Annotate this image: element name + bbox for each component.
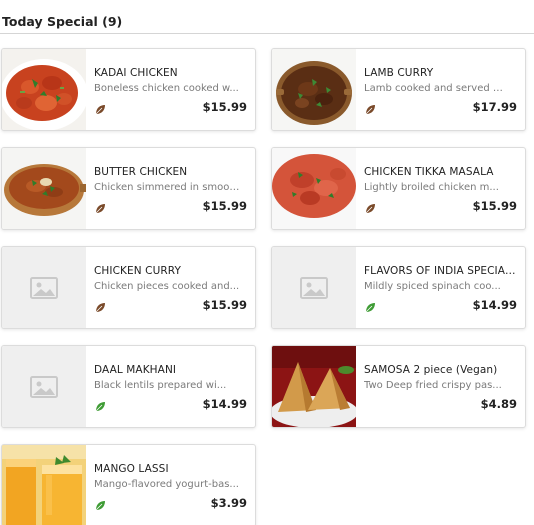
item-name: KADAI CHICKEN xyxy=(94,67,178,79)
menu-item-card[interactable]: CHICKEN TIKKA MASALA Lightly broiled chi… xyxy=(271,147,526,230)
item-description: Mildly spiced spinach coo... xyxy=(364,281,501,292)
image-placeholder-icon xyxy=(272,247,356,328)
menu-item-card[interactable]: SAMOSA 2 piece (Vegan) Two Deep fried cr… xyxy=(271,345,526,428)
image-placeholder-icon xyxy=(2,247,86,328)
item-price: $15.99 xyxy=(472,199,517,213)
menu-item-card[interactable]: KADAI CHICKEN Boneless chicken cooked w.… xyxy=(1,48,256,131)
item-price: $4.89 xyxy=(480,397,517,411)
item-name: SAMOSA 2 piece (Vegan) xyxy=(364,364,498,376)
veg-leaf-icon xyxy=(364,302,376,314)
item-price: $17.99 xyxy=(472,100,517,114)
non-veg-leaf-icon xyxy=(94,302,106,314)
item-name: MANGO LASSI xyxy=(94,463,169,475)
mango-lassi-photo xyxy=(2,445,86,525)
item-description: Boneless chicken cooked w... xyxy=(94,83,239,94)
item-description: Chicken simmered in smoot... xyxy=(94,182,241,193)
image-placeholder-icon xyxy=(2,346,86,427)
item-price: $15.99 xyxy=(202,199,247,213)
section-divider xyxy=(0,33,534,34)
item-description: Mango-flavored yogurt-bas... xyxy=(94,479,239,490)
item-price: $14.99 xyxy=(202,397,247,411)
item-price: $15.99 xyxy=(202,298,247,312)
veg-leaf-icon xyxy=(94,500,106,512)
item-name: CHICKEN TIKKA MASALA xyxy=(364,166,494,178)
section-title: Today Special (9) xyxy=(2,14,123,29)
item-price: $14.99 xyxy=(472,298,517,312)
item-description: Lamb cooked and served wi... xyxy=(364,83,511,94)
non-veg-leaf-icon xyxy=(364,203,376,215)
item-description: Chicken pieces cooked and... xyxy=(94,281,240,292)
item-description: Lightly broiled chicken m... xyxy=(364,182,499,193)
non-veg-leaf-icon xyxy=(94,203,106,215)
menu-item-card[interactable]: FLAVORS OF INDIA SPECIAL ... Mildly spic… xyxy=(271,246,526,329)
chicken-tikka-masala-photo xyxy=(272,148,356,229)
menu-item-card[interactable]: DAAL MAKHANI Black lentils prepared wi..… xyxy=(1,345,256,428)
item-description: Black lentils prepared wi... xyxy=(94,380,227,391)
non-veg-leaf-icon xyxy=(94,104,106,116)
menu-item-card[interactable]: CHICKEN CURRY Chicken pieces cooked and.… xyxy=(1,246,256,329)
item-name: CHICKEN CURRY xyxy=(94,265,182,277)
item-price: $15.99 xyxy=(202,100,247,114)
butter-chicken-photo xyxy=(2,148,86,229)
lamb-curry-photo xyxy=(272,49,356,130)
menu-item-card[interactable]: MANGO LASSI Mango-flavored yogurt-bas...… xyxy=(1,444,256,525)
item-name: LAMB CURRY xyxy=(364,67,434,79)
kadai-chicken-photo xyxy=(2,49,86,130)
item-name: BUTTER CHICKEN xyxy=(94,166,188,178)
veg-leaf-icon xyxy=(94,401,106,413)
non-veg-leaf-icon xyxy=(364,104,376,116)
samosa-photo xyxy=(272,346,356,427)
menu-item-card[interactable]: LAMB CURRY Lamb cooked and served wi... … xyxy=(271,48,526,131)
item-name: DAAL MAKHANI xyxy=(94,364,177,376)
item-name: FLAVORS OF INDIA SPECIAL ... xyxy=(364,265,517,277)
item-description: Two Deep fried crispy pas... xyxy=(364,380,502,391)
item-price: $3.99 xyxy=(210,496,247,510)
menu-item-card[interactable]: BUTTER CHICKEN Chicken simmered in smoot… xyxy=(1,147,256,230)
